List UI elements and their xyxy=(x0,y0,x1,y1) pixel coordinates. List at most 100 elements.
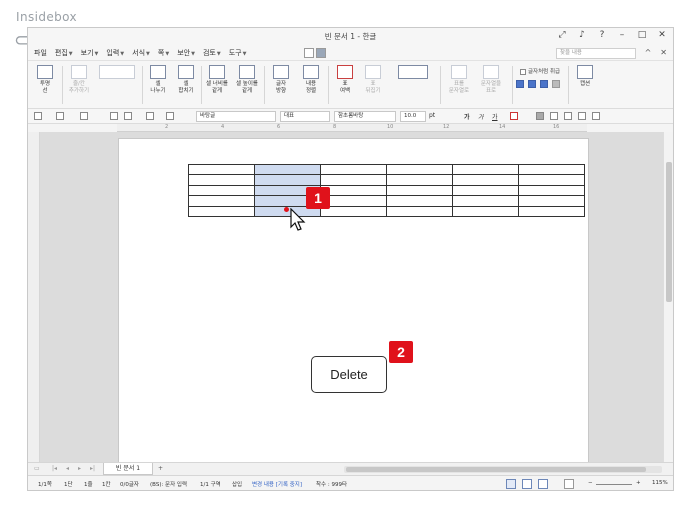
table-cell[interactable] xyxy=(188,174,255,186)
treat-as-char-checkbox[interactable]: 글자처럼 취급 xyxy=(520,67,560,75)
underline-button[interactable]: 가 xyxy=(492,112,498,121)
vertical-ruler[interactable] xyxy=(28,132,40,462)
tab-prev-icon[interactable]: ◂ xyxy=(66,465,69,472)
style-select[interactable]: 바탕글 xyxy=(196,111,276,122)
table-cell[interactable] xyxy=(452,195,519,207)
menu-file[interactable]: 파일 xyxy=(34,48,47,58)
document-page[interactable] xyxy=(118,138,589,468)
align-distribute-icon[interactable] xyxy=(592,112,600,120)
table-design-tab-icon[interactable] xyxy=(304,48,314,58)
split-cell-button[interactable]: 셀 나누기 xyxy=(143,65,173,95)
table-cell[interactable] xyxy=(188,195,255,207)
notification-icon[interactable]: ♪ xyxy=(577,30,587,40)
web-view-icon[interactable] xyxy=(522,479,532,489)
menu-review[interactable]: 검토▼ xyxy=(203,48,221,58)
selected-table-cell[interactable] xyxy=(254,174,321,186)
undo-icon[interactable] xyxy=(146,112,154,120)
horizontal-scrollbar[interactable] xyxy=(344,466,662,473)
table-cell[interactable] xyxy=(386,184,453,197)
wrap-option-icon[interactable] xyxy=(552,80,560,88)
italic-button[interactable]: 가 xyxy=(478,112,484,121)
row-col-tools[interactable] xyxy=(94,65,140,81)
merge-cell-button[interactable]: 셀 합치기 xyxy=(171,65,201,95)
maximize-button[interactable]: □ xyxy=(637,30,647,40)
wrap-option-icon[interactable] xyxy=(516,80,524,88)
scroll-thumb[interactable] xyxy=(666,162,672,302)
preview-icon[interactable] xyxy=(124,112,132,120)
bold-button[interactable]: 가 xyxy=(464,112,470,121)
table-cell[interactable] xyxy=(188,184,255,197)
status-track-changes[interactable]: 변경 내용 [기록 중지] xyxy=(252,480,302,488)
wrap-option-icon[interactable] xyxy=(540,80,548,88)
new-doc-icon[interactable] xyxy=(34,112,42,120)
content-align-button[interactable]: 내용 정렬 xyxy=(296,65,326,95)
minimize-button[interactable]: – xyxy=(617,30,627,40)
zoom-level[interactable]: 115% xyxy=(652,480,668,486)
find-input[interactable]: 찾을 내용 xyxy=(556,48,636,59)
table-cell[interactable] xyxy=(452,205,519,217)
tab-next-icon[interactable]: ▸ xyxy=(78,465,81,472)
status-insert[interactable]: 삽입 xyxy=(232,480,242,488)
align-left-icon[interactable] xyxy=(550,112,558,120)
tab-list-icon[interactable]: ▭ xyxy=(34,465,40,472)
collapse-ribbon-icon[interactable]: ^ xyxy=(645,48,652,57)
menu-view[interactable]: 보기▼ xyxy=(81,48,99,58)
font-size-input[interactable]: 10.0 xyxy=(400,111,426,122)
selected-table-cell[interactable] xyxy=(254,163,321,176)
tab-last-icon[interactable]: ▸| xyxy=(90,465,95,472)
hscroll-thumb[interactable] xyxy=(346,467,646,472)
horizontal-ruler[interactable]: 2 4 6 8 10 12 14 16 xyxy=(117,124,587,132)
font-select[interactable]: 함초롬바탕 xyxy=(334,111,396,122)
align-center-icon[interactable] xyxy=(564,112,572,120)
open-icon[interactable] xyxy=(56,112,64,120)
flip-table-button[interactable]: 표 뒤집기 xyxy=(358,65,388,95)
table-cell[interactable] xyxy=(518,205,585,217)
tab-first-icon[interactable]: |◂ xyxy=(52,465,57,472)
document-tab[interactable]: 빈 문서 1 xyxy=(103,463,153,475)
zoom-in-icon[interactable]: + xyxy=(636,480,641,486)
table-cell[interactable] xyxy=(188,163,255,176)
save-icon[interactable] xyxy=(80,112,88,120)
table-margin-button[interactable]: 표 여백 xyxy=(330,65,360,95)
zoom-slider[interactable] xyxy=(596,484,632,485)
vertical-scrollbar[interactable] xyxy=(663,132,673,462)
table-cell[interactable] xyxy=(386,163,453,176)
fullscreen-icon[interactable]: ⤢ xyxy=(557,30,567,40)
redo-icon[interactable] xyxy=(166,112,174,120)
menu-page[interactable]: 쪽▼ xyxy=(158,48,169,58)
table-cell[interactable] xyxy=(518,174,585,186)
table-row[interactable] xyxy=(188,184,585,197)
table-cell[interactable] xyxy=(452,174,519,186)
page-view-icon[interactable] xyxy=(564,479,574,489)
table-cell[interactable] xyxy=(386,195,453,207)
table-cell[interactable] xyxy=(452,163,519,176)
align-right-icon[interactable] xyxy=(578,112,586,120)
menu-edit[interactable]: 편집▼ xyxy=(55,48,73,58)
text-direction-button[interactable]: 글자 방향 xyxy=(266,65,296,95)
table-cell[interactable] xyxy=(518,195,585,207)
sort-formula-tools[interactable] xyxy=(394,65,432,81)
zoom-out-icon[interactable]: − xyxy=(588,480,593,486)
menu-insert[interactable]: 입력▼ xyxy=(106,48,124,58)
font-lang-select[interactable]: 대표 xyxy=(280,111,330,122)
normal-view-icon[interactable] xyxy=(506,479,516,489)
close-doc-icon[interactable]: ✕ xyxy=(660,48,667,57)
document-table[interactable] xyxy=(188,163,585,217)
caption-button[interactable]: 캡션 xyxy=(570,65,600,88)
wrap-option-icon[interactable] xyxy=(528,80,536,88)
table-row[interactable] xyxy=(188,174,585,186)
table-cell[interactable] xyxy=(386,174,453,186)
table-cell[interactable] xyxy=(386,205,453,217)
menu-security[interactable]: 보안▼ xyxy=(177,48,195,58)
table-cell[interactable] xyxy=(518,184,585,197)
print-icon[interactable] xyxy=(110,112,118,120)
help-icon[interactable]: ? xyxy=(597,30,607,40)
align-justify-icon[interactable] xyxy=(536,112,544,120)
transparent-line-button[interactable]: 투명 선 xyxy=(30,65,60,95)
menu-format[interactable]: 서식▼ xyxy=(132,48,150,58)
equal-height-button[interactable]: 셀 높이를 같게 xyxy=(232,65,262,95)
menu-tools[interactable]: 도구▼ xyxy=(229,48,247,58)
table-row[interactable] xyxy=(188,195,585,207)
table-layout-tab-icon[interactable] xyxy=(316,48,326,58)
document-canvas[interactable] xyxy=(40,132,663,468)
